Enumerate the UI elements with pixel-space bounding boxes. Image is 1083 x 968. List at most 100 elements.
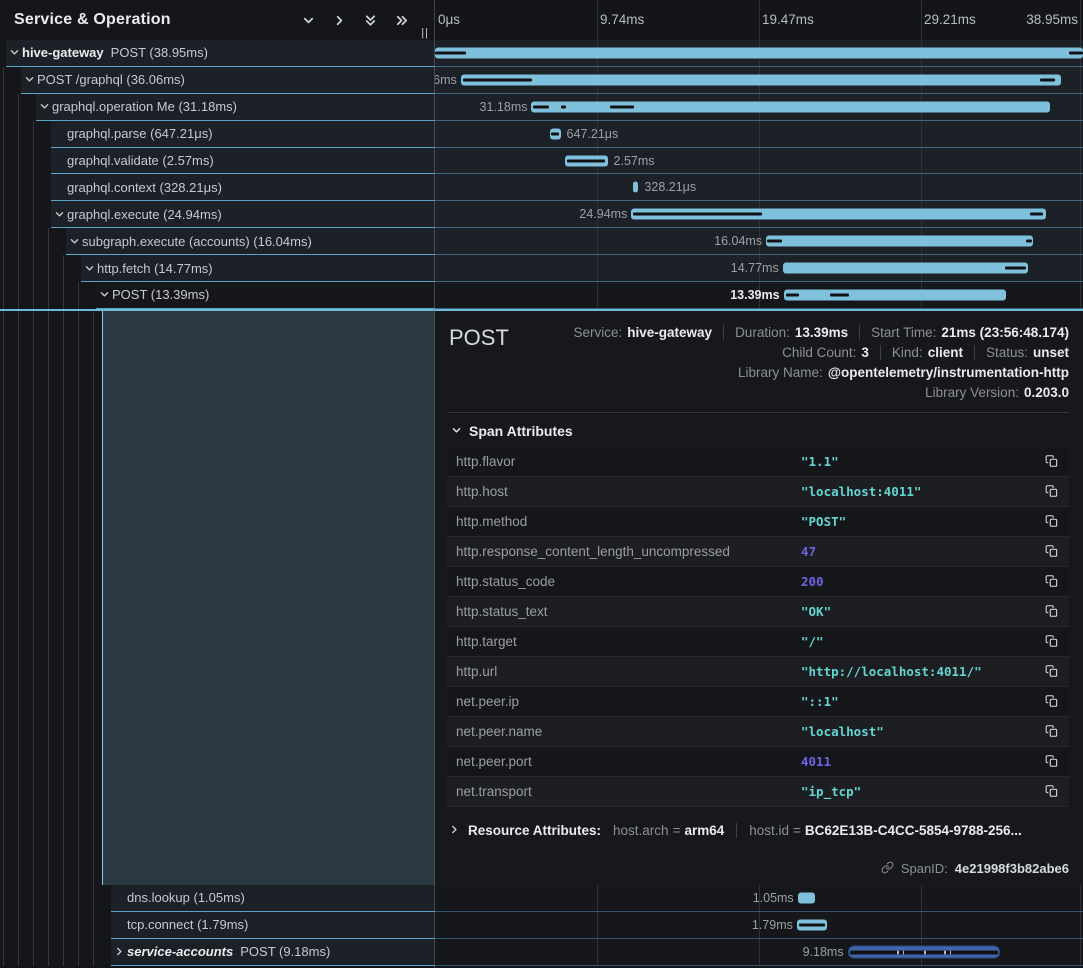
chevron-down-icon[interactable] (66, 236, 82, 247)
trace-span-row[interactable]: POST /graphql (36.06ms)36.06ms (0, 67, 1083, 94)
trace-span-row[interactable]: graphql.validate (2.57ms)2.57ms (0, 148, 1083, 175)
span-name-chip: tcp.connect (1.79ms) (111, 912, 435, 939)
span-duration-bar[interactable] (798, 892, 815, 903)
span-name-cell[interactable]: graphql.execute (24.94ms) (0, 201, 435, 228)
chevron-down-icon[interactable] (36, 101, 52, 112)
child-span-tick-light (944, 950, 946, 954)
trace-span-row[interactable]: dns.lookup (1.05ms)1.05ms (0, 885, 1083, 912)
column-resize-handle[interactable]: || (421, 27, 429, 39)
indent-guide (3, 174, 4, 201)
copy-value-button[interactable] (1035, 784, 1069, 798)
trace-span-row[interactable]: POST (13.39ms)13.39ms (0, 282, 1083, 309)
span-timeline-cell[interactable]: 1.05ms (435, 885, 1083, 912)
span-duration-bar[interactable] (848, 945, 1001, 958)
indent-guide (3, 885, 4, 912)
trace-span-row[interactable]: http.fetch (14.77ms)14.77ms (0, 255, 1083, 282)
double-chevron-down-icon[interactable] (363, 13, 378, 28)
span-timeline-cell[interactable]: 38.95ms (435, 40, 1083, 67)
operation-label: graphql.parse (647.21μs) (67, 126, 213, 141)
span-name-cell[interactable]: subgraph.execute (accounts) (16.04ms) (0, 228, 435, 255)
column-divider[interactable] (434, 0, 435, 968)
trace-span-row[interactable]: tcp.connect (1.79ms)1.79ms (0, 912, 1083, 939)
span-timeline-cell[interactable]: 9.18ms (435, 939, 1083, 966)
trace-span-row[interactable]: hive-gatewayPOST (38.95ms)38.95ms (0, 40, 1083, 67)
span-duration-bar[interactable] (766, 236, 1033, 247)
attribute-row: http.url"http://localhost:4011/" (447, 657, 1069, 687)
span-attributes-toggle[interactable]: Span Attributes (451, 423, 1069, 439)
chevron-down-icon[interactable] (51, 209, 67, 220)
span-name-cell[interactable]: dns.lookup (1.05ms) (0, 885, 435, 912)
span-name-cell[interactable]: tcp.connect (1.79ms) (0, 912, 435, 939)
copy-value-button[interactable] (1035, 454, 1069, 468)
indent-guide (3, 939, 4, 966)
span-duration-bar[interactable] (461, 74, 1061, 85)
span-duration-bar[interactable] (631, 209, 1046, 220)
span-duration-bar[interactable] (531, 101, 1050, 112)
span-name-cell[interactable]: hive-gatewayPOST (38.95ms) (0, 40, 435, 67)
span-name-cell[interactable]: http.fetch (14.77ms) (0, 255, 435, 282)
meta-label: Duration: (735, 325, 790, 340)
span-timeline-cell[interactable]: 36.06ms (435, 67, 1083, 94)
trace-span-row[interactable]: subgraph.execute (accounts) (16.04ms)16.… (0, 228, 1083, 255)
copy-value-button[interactable] (1035, 664, 1069, 678)
span-timeline-cell[interactable]: 647.21μs (435, 121, 1083, 148)
span-name-cell[interactable]: POST (13.39ms) (0, 282, 435, 309)
span-timeline-cell[interactable]: 24.94ms (435, 201, 1083, 228)
indent-guide (63, 912, 64, 939)
span-timeline-cell[interactable]: 14.77ms (435, 255, 1083, 282)
span-timeline-cell[interactable]: 16.04ms (435, 228, 1083, 255)
trace-span-row[interactable]: service-accountsPOST (9.18ms)9.18ms (0, 939, 1083, 966)
indent-guide (78, 311, 79, 885)
child-span-tick (435, 51, 466, 54)
trace-span-row[interactable]: graphql.context (328.21μs)328.21μs (0, 174, 1083, 201)
copy-value-button[interactable] (1035, 724, 1069, 738)
copy-value-button[interactable] (1035, 754, 1069, 768)
chevron-down-icon[interactable] (6, 47, 22, 58)
copy-value-button[interactable] (1035, 634, 1069, 648)
span-timeline-cell[interactable]: 2.57ms (435, 148, 1083, 175)
indent-guide (3, 201, 4, 228)
span-name-cell[interactable]: graphql.validate (2.57ms) (0, 148, 435, 175)
indent-guide (3, 255, 4, 282)
span-name-cell[interactable]: service-accountsPOST (9.18ms) (0, 939, 435, 966)
span-name-chip: POST (13.39ms) (96, 282, 435, 309)
double-chevron-right-icon[interactable] (394, 13, 409, 28)
span-detail-meta: Service:hive-gatewayDuration:13.39msStar… (527, 321, 1069, 400)
trace-span-row[interactable]: graphql.execute (24.94ms)24.94ms (0, 201, 1083, 228)
copy-value-button[interactable] (1035, 544, 1069, 558)
span-name-cell[interactable]: POST /graphql (36.06ms) (0, 67, 435, 94)
chevron-down-icon[interactable] (21, 74, 37, 85)
span-duration-bar[interactable] (435, 47, 1083, 58)
span-duration-bar[interactable] (783, 263, 1029, 274)
chevron-down-icon[interactable] (96, 289, 112, 300)
span-duration-bar[interactable] (565, 155, 608, 166)
span-timeline-cell[interactable]: 328.21μs (435, 174, 1083, 201)
link-icon[interactable] (881, 861, 894, 877)
chevron-right-icon[interactable] (111, 946, 127, 957)
trace-span-row[interactable]: graphql.parse (647.21μs) 647.21μs (0, 121, 1083, 148)
span-duration-bar[interactable] (797, 919, 827, 930)
span-name-cell[interactable]: graphql.parse (647.21μs) (0, 121, 435, 148)
meta-value: 3 (861, 345, 869, 360)
chevron-down-icon[interactable] (301, 13, 316, 28)
copy-value-button[interactable] (1035, 514, 1069, 528)
span-duration-bar[interactable] (784, 289, 1007, 300)
trace-span-row[interactable]: graphql.operation Me (31.18ms)31.18ms (0, 94, 1083, 121)
span-name-cell[interactable]: graphql.context (328.21μs) (0, 174, 435, 201)
copy-value-button[interactable] (1035, 604, 1069, 618)
child-span-tick (830, 293, 849, 296)
span-timeline-cell[interactable]: 1.79ms (435, 912, 1083, 939)
chevron-down-icon[interactable] (81, 263, 97, 274)
resource-attributes-title: Resource Attributes: (468, 823, 601, 838)
span-timeline-cell[interactable]: 13.39ms (435, 282, 1083, 309)
span-duration-bar[interactable] (633, 182, 638, 193)
resource-attributes-toggle[interactable]: Resource Attributes: host.arch=arm64host… (449, 823, 1069, 838)
span-timeline-cell[interactable]: 31.18ms (435, 94, 1083, 121)
copy-value-button[interactable] (1035, 694, 1069, 708)
copy-value-button[interactable] (1035, 484, 1069, 498)
copy-value-button[interactable] (1035, 574, 1069, 588)
span-duration-bar[interactable] (550, 128, 561, 139)
span-name-cell[interactable]: graphql.operation Me (31.18ms) (0, 94, 435, 121)
resource-attributes-preview: host.arch=arm64host.id=BC62E13B-C4CC-585… (613, 823, 1022, 838)
chevron-right-icon[interactable] (332, 13, 347, 28)
